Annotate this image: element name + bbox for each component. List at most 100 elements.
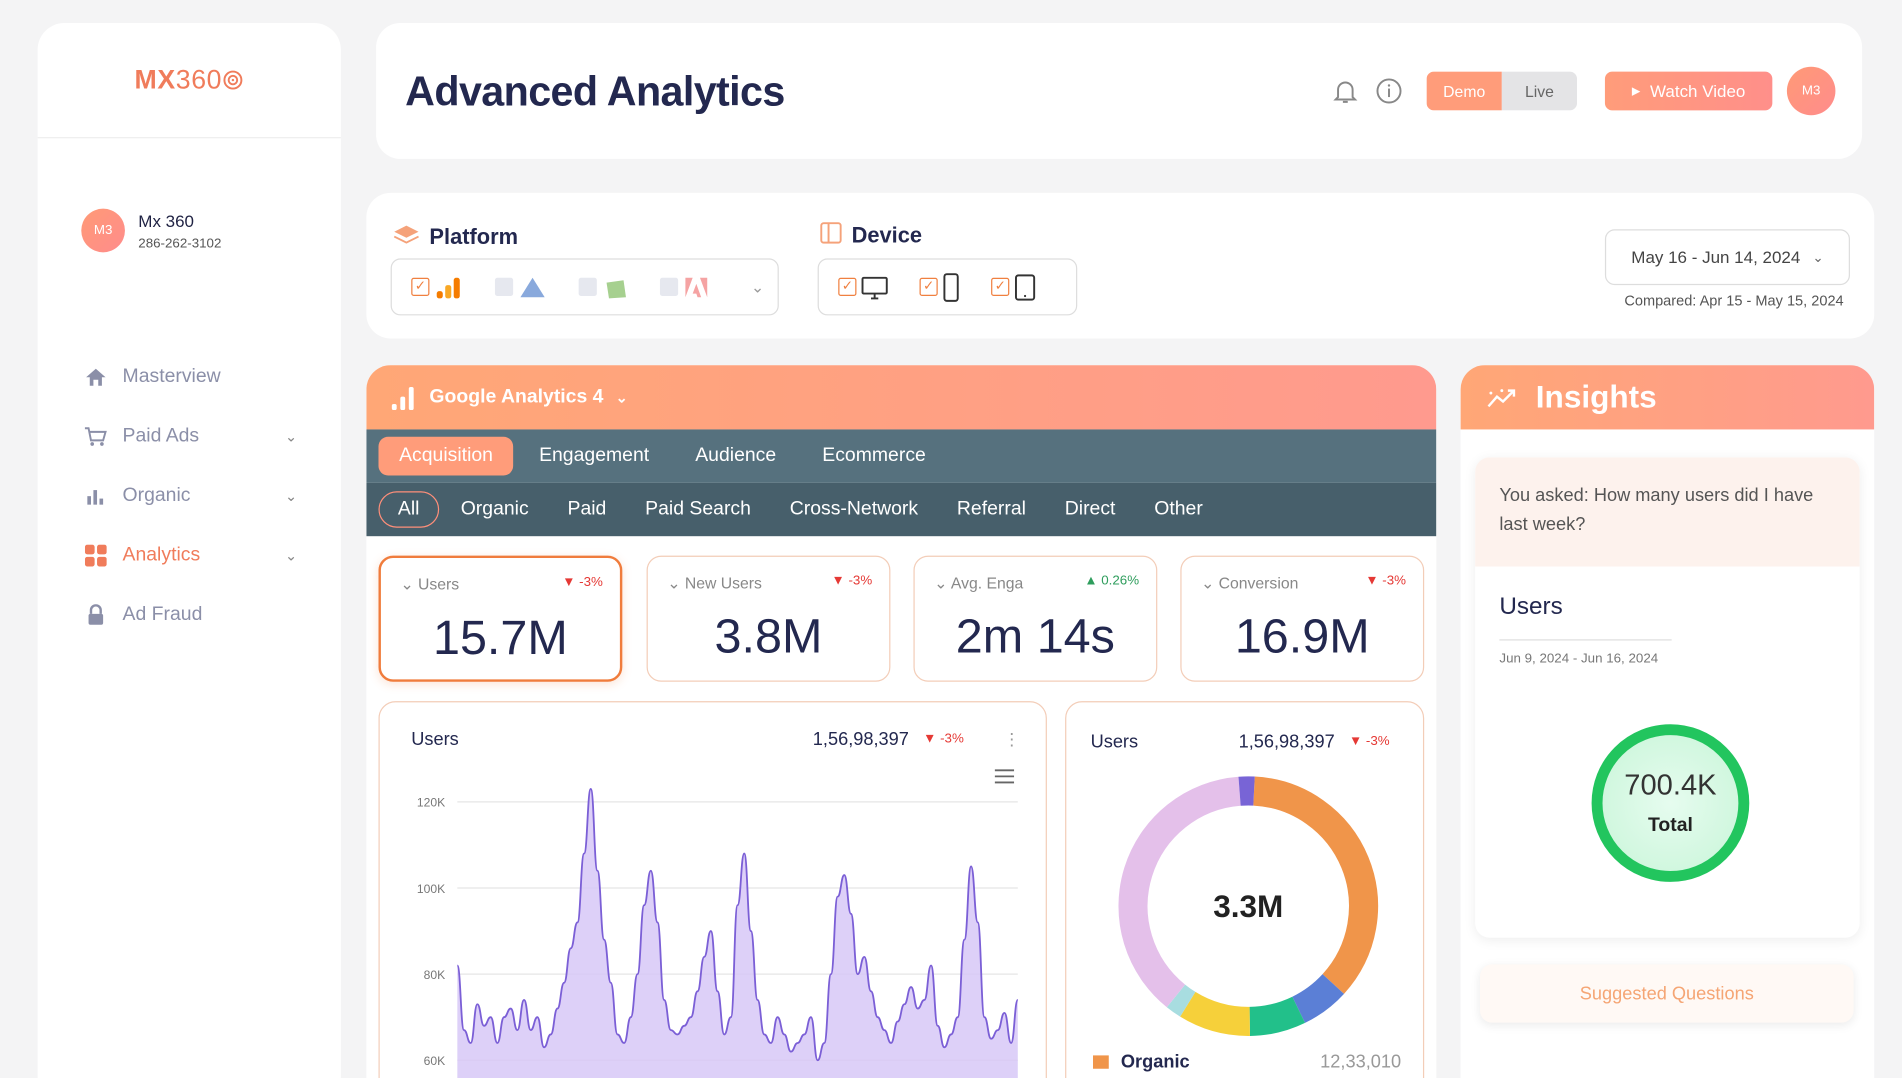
checkbox-icon[interactable] [494,277,514,296]
insight-answer: You asked: How many users did I have las… [1475,457,1860,938]
donut-delta: ▼ -3% [1348,733,1390,749]
legend-swatch [1093,1055,1109,1069]
channel-tabs: All Organic Paid Paid Search Cross-Netwo… [366,482,1437,537]
checkbox-checked-icon[interactable]: ✓ [838,277,857,296]
chevron-down-icon: ⌄ [934,573,948,592]
sidebar-item-label: Masterview [122,365,221,387]
device-select[interactable]: ✓ ✓ ✓ [817,258,1078,316]
chevron-down-icon[interactable]: ⌄ [616,389,628,406]
subtab-referral[interactable]: Referral [937,491,1045,527]
sidebar-item-masterview[interactable]: Masterview [38,347,341,406]
chart-total: 1,56,98,397 [812,729,909,750]
kpi-label: ⌄ Avg. Enga [934,573,1024,592]
sidebar-item-analytics[interactable]: Analytics ⌄ [38,525,341,584]
chevron-down-icon[interactable]: ⌄ [751,277,764,296]
sidebar-item-paid-ads[interactable]: Paid Ads ⌄ [38,406,341,465]
chevron-down-icon[interactable]: ⌄ [285,487,297,504]
sidebar-item-label: Organic [122,484,191,506]
kpi-delta: ▼ -3% [562,575,603,590]
device-desktop[interactable]: ✓ [838,275,888,299]
kpi-value: 16.9M [1234,610,1370,664]
users-line-chart-card: Users 1,56,98,397 ▼ -3% ⋮ 120K 100K 80K 60K [378,701,1047,1078]
suggested-questions-button[interactable]: Suggested Questions [1479,964,1854,1023]
platform-select[interactable]: ✓ ⌄ [390,258,779,316]
ga-header[interactable]: Google Analytics 4 ⌄ [366,365,1437,430]
date-range-picker[interactable]: May 16 - Jun 14, 2024 ⌄ [1604,229,1850,286]
chevron-down-icon: ⌄ [1200,573,1215,592]
sidebar-item-organic[interactable]: Organic ⌄ [38,466,341,525]
kpi-new-users[interactable]: ⌄ New Users ▼ -3% 3.8M [646,555,891,682]
device-mobile[interactable]: ✓ [919,272,960,302]
user-profile[interactable]: M3 Mx 360 286-262-3102 [81,208,341,253]
platform-shopify[interactable] [578,275,629,299]
donut-slice [1291,973,1345,1023]
insights-panel: Insights You asked: How many users did I… [1460,365,1875,1078]
subtab-direct[interactable]: Direct [1045,491,1135,527]
chevron-down-icon: ⌄ [1812,250,1824,266]
mobile-icon [943,272,959,302]
tab-ecommerce[interactable]: Ecommerce [802,437,947,476]
subtab-all[interactable]: All [378,491,439,528]
divider [1499,639,1672,641]
device-title: Device [851,223,923,248]
logo[interactable]: MX 360 [37,23,341,139]
more-vertical-icon[interactable]: ⋮ [1003,729,1020,750]
y-tick-label: 60K [424,1054,446,1068]
platform-ads[interactable] [494,275,547,299]
demo-option[interactable]: Demo [1426,71,1502,111]
sidebar-item-label: Paid Ads [122,425,200,446]
watch-video-button[interactable]: ▶ Watch Video [1604,71,1773,111]
checkbox-checked-icon[interactable]: ✓ [991,277,1010,296]
bar-chart-icon [84,486,108,505]
google-analytics-icon [436,277,460,298]
play-icon: ▶ [1631,84,1641,97]
subtab-other[interactable]: Other [1135,491,1222,527]
subtab-paid-search[interactable]: Paid Search [626,491,771,527]
platform-ga[interactable]: ✓ [411,275,463,299]
kpi-delta: ▼ -3% [1365,573,1406,589]
kpi-label: ⌄ Users [400,575,460,594]
demo-live-toggle[interactable]: Demo Live [1426,71,1578,111]
columns-icon [820,222,842,250]
platform-adobe[interactable] [659,275,710,299]
kpi-conversion[interactable]: ⌄ Conversion ▼ -3% 16.9M [1180,555,1425,682]
chevron-down-icon[interactable]: ⌄ [285,547,297,564]
subtab-paid[interactable]: Paid [548,491,626,527]
subtab-organic[interactable]: Organic [441,491,548,527]
kpi-label: ⌄ Conversion [1200,573,1299,592]
checkbox-icon[interactable] [659,277,679,296]
kpi-avg-engagement[interactable]: ⌄ Avg. Enga ▲ 0.26% 2m 14s [913,555,1158,682]
checkbox-checked-icon[interactable]: ✓ [411,277,430,296]
tab-acquisition[interactable]: Acquisition [378,436,514,476]
logo-sub: 360 [175,64,223,95]
insight-metric: Users [1499,593,1563,620]
bell-icon[interactable] [1332,78,1359,111]
users-donut-chart: 3.3M [1118,776,1379,1036]
y-tick-label: 100K [417,882,445,896]
page-header: Advanced Analytics Demo Live ▶ Watch Vide… [376,23,1863,159]
page-title: Advanced Analytics [405,69,785,116]
users-donut-card: Users 1,56,98,397 ▼ -3% 3.3M Organic 12,… [1065,701,1425,1078]
google-ads-icon [520,277,545,297]
insight-range: Jun 9, 2024 - Jun 16, 2024 [1499,651,1659,666]
header-avatar[interactable]: M3 [1786,66,1836,116]
kpi-value: 3.8M [714,610,823,664]
chevron-down-icon[interactable]: ⌄ [285,428,297,445]
total-label: Total [1647,815,1693,836]
subtab-cross-network[interactable]: Cross-Network [770,491,937,527]
legend-label: Organic [1120,1051,1190,1073]
bar-chart-icon [391,386,414,410]
info-icon[interactable] [1376,78,1403,111]
checkbox-checked-icon[interactable]: ✓ [919,277,938,296]
donut-title: Users [1090,731,1139,753]
tab-audience[interactable]: Audience [675,437,797,476]
live-option[interactable]: Live [1501,71,1578,111]
total-gauge: 700.4K Total [1591,724,1750,882]
kpi-users[interactable]: ⌄ Users ▼ -3% 15.7M [378,555,623,682]
date-range-value: May 16 - Jun 14, 2024 [1631,247,1801,267]
checkbox-icon[interactable] [578,277,597,296]
google-analytics-panel: Google Analytics 4 ⌄ Acquisition Engageme… [366,365,1437,1078]
device-tablet[interactable]: ✓ [991,273,1036,301]
sidebar-item-ad-fraud[interactable]: Ad Fraud [38,585,341,644]
tab-engagement[interactable]: Engagement [518,437,669,476]
